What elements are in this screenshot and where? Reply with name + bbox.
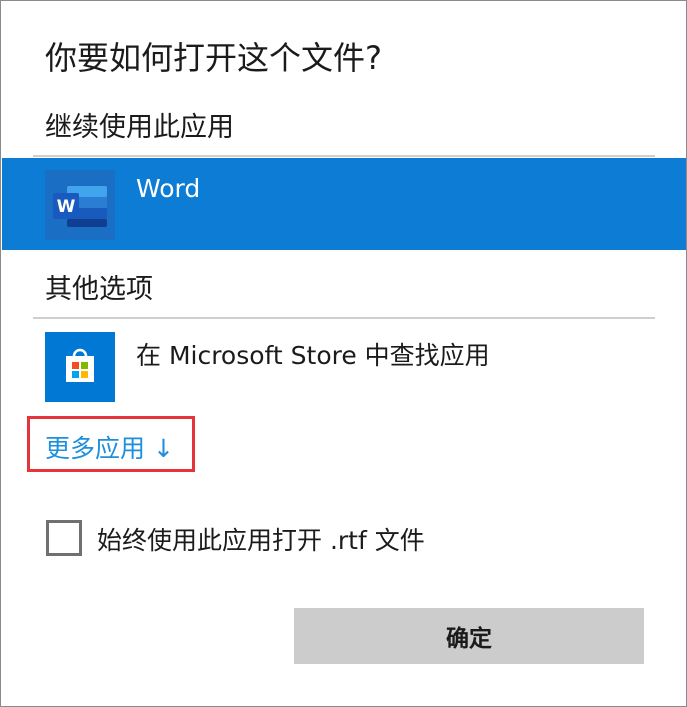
app-name-word: Word [136, 174, 201, 203]
microsoft-store-icon [45, 332, 115, 402]
store-option[interactable]: 在 Microsoft Store 中查找应用 [2, 320, 686, 412]
always-use-label[interactable]: 始终使用此应用打开 .rtf 文件 [97, 521, 425, 557]
dialog-title: 你要如何打开这个文件? [45, 39, 382, 77]
ok-button[interactable]: 确定 [294, 608, 644, 664]
app-item-word[interactable]: W Word [2, 158, 686, 250]
divider [33, 155, 655, 157]
continue-section-label: 继续使用此应用 [45, 112, 234, 143]
more-apps-link[interactable]: 更多应用 ↓ [45, 429, 174, 465]
open-with-dialog: 你要如何打开这个文件? 继续使用此应用 W Word 其他选项 在 Micros… [0, 0, 687, 707]
store-option-label: 在 Microsoft Store 中查找应用 [136, 341, 490, 370]
divider [33, 317, 655, 319]
more-apps-highlight: 更多应用 ↓ [27, 416, 195, 472]
other-section-label: 其他选项 [45, 274, 153, 305]
word-tile-letter: W [57, 197, 76, 217]
word-icon: W [45, 170, 115, 240]
always-use-checkbox[interactable] [46, 520, 82, 556]
